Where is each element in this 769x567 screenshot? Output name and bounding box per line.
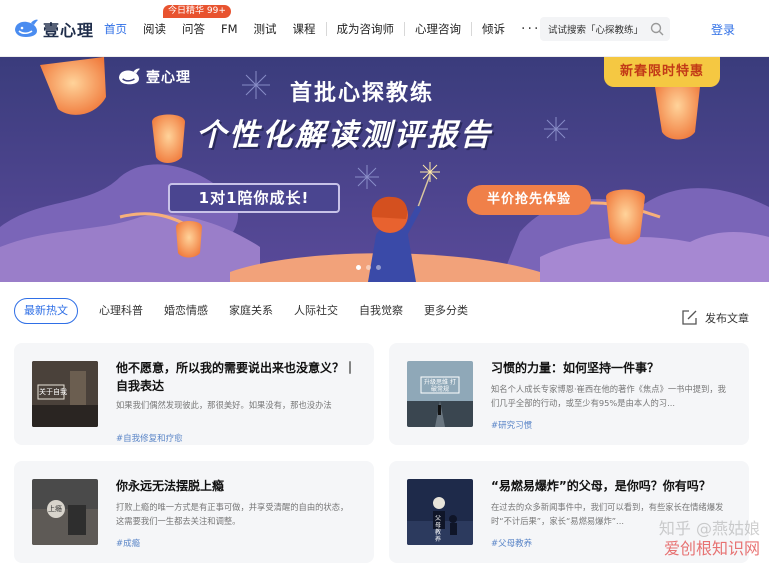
- promo-banner[interactable]: 壹心理 新春限时特惠 首批心探教练 个性化解读测评报告 1对1陪你成长! 半价抢…: [0, 57, 769, 282]
- banner-cta-button[interactable]: 半价抢先体验: [467, 185, 591, 215]
- article-tag[interactable]: #研究习惯: [491, 419, 532, 431]
- article-title[interactable]: 你永远无法摆脱上瘾: [116, 477, 356, 495]
- tab-relationships[interactable]: 婚恋情感: [164, 298, 208, 324]
- category-tabs: 最新热文 心理科普 婚恋情感 家庭关系 人际社交 自我觉察 更多分类: [14, 298, 489, 324]
- nav-divider: [471, 22, 473, 36]
- article-card[interactable]: 关于自我 他不愿意，所以我的需要说出来也没意义？｜自我表达 如果我们偶然发现彼此…: [14, 343, 374, 445]
- publish-article-button[interactable]: 发布文章: [681, 309, 749, 326]
- publish-article-label: 发布文章: [705, 311, 749, 325]
- login-link[interactable]: 登录: [711, 21, 735, 38]
- article-tag[interactable]: #父母教养: [491, 537, 532, 549]
- top-header: 壹心理 首页 阅读 问答 FM 测试 课程 成为咨询师 心理咨询 倾诉 ··· …: [0, 0, 769, 57]
- nav-courses[interactable]: 课程: [285, 18, 324, 40]
- article-tag[interactable]: #自我修复和疗愈: [116, 432, 183, 444]
- nav-counseling[interactable]: 心理咨询: [407, 18, 469, 40]
- tab-family[interactable]: 家庭关系: [229, 298, 273, 324]
- carousel-dots: [356, 265, 381, 270]
- carousel-dot[interactable]: [356, 265, 361, 270]
- article-thumbnail: 关于自我: [32, 361, 98, 427]
- banner-logo: 壹心理: [116, 67, 191, 87]
- tab-social[interactable]: 人际社交: [294, 298, 338, 324]
- banner-slogan: 1对1陪你成长!: [168, 183, 340, 213]
- nav-reading[interactable]: 阅读: [135, 18, 174, 40]
- article-title[interactable]: “易燃易爆炸”的父母，是你吗？你有吗？: [491, 477, 731, 495]
- article-summary: 知名个人成长专家博恩·崔西在他的著作《焦点》一书中提到，我们几乎全部的行动，或至…: [491, 384, 726, 408]
- nav-divider: [404, 22, 406, 36]
- article-title[interactable]: 习惯的力量：如何坚持一件事？: [491, 359, 731, 377]
- article-summary: 如果我们偶然发现彼此，那很美好。如果没有，那也没办法: [116, 400, 332, 410]
- carousel-dot[interactable]: [376, 265, 381, 270]
- whale-logo-icon: [119, 68, 140, 85]
- nav-divider: [325, 22, 327, 36]
- thumbnail-caption: 上瘾: [48, 505, 62, 513]
- carousel-dot[interactable]: [366, 265, 371, 270]
- banner-title-line2: 个性化解读测评报告: [196, 118, 493, 153]
- logo[interactable]: 壹心理: [13, 17, 94, 41]
- nav-qa[interactable]: 问答: [174, 18, 213, 40]
- article-thumbnail: 父母 教养: [407, 479, 473, 545]
- search-icon[interactable]: [650, 22, 664, 36]
- article-summary: 在过去的众多新闻事件中，我们可以看到，有些家长在情绪爆发时“不计后果”，家长“易…: [491, 502, 724, 526]
- daily-highlight-badge: 今日精华 99+: [163, 5, 231, 18]
- article-title[interactable]: 他不愿意，所以我的需要说出来也没意义？｜自我表达: [116, 359, 356, 395]
- article-thumbnail: 上瘾: [32, 479, 98, 545]
- promo-tag: 新春限时特惠: [604, 57, 720, 87]
- thumbnail-caption: 升级思维 打破常规: [424, 379, 456, 393]
- article-summary: 打败上瘾的唯一方式是有正事可做，并享受清醒的自由的状态，这需要我们一生都去关注和…: [116, 502, 349, 526]
- banner-title-line1: 首批心探教练: [290, 81, 435, 106]
- tab-psychology-science[interactable]: 心理科普: [99, 298, 143, 324]
- search-input[interactable]: [548, 23, 648, 35]
- nav-home[interactable]: 首页: [96, 18, 135, 40]
- thumbnail-caption: 父母 教养: [435, 515, 442, 543]
- whale-logo-icon: [15, 19, 38, 37]
- nav-confide[interactable]: 倾诉: [474, 18, 513, 40]
- nav-fm[interactable]: FM: [213, 18, 246, 40]
- main-nav: 首页 阅读 问答 FM 测试 课程 成为咨询师 心理咨询 倾诉 ···: [96, 18, 548, 40]
- nav-become-counselor[interactable]: 成为咨询师: [329, 18, 403, 40]
- logo-text: 壹心理: [43, 21, 95, 40]
- banner-brand-text: 壹心理: [146, 70, 191, 86]
- article-card[interactable]: 升级思维 打破常规 习惯的力量：如何坚持一件事？ 知名个人成长专家博恩·崔西在他…: [389, 343, 749, 445]
- tab-latest-hot[interactable]: 最新热文: [14, 298, 78, 324]
- thumbnail-image: [407, 361, 473, 427]
- search-box[interactable]: [540, 17, 670, 41]
- thumbnail-image: [32, 479, 98, 545]
- article-card[interactable]: 上瘾 你永远无法摆脱上瘾 打败上瘾的唯一方式是有正事可做，并享受清醒的自由的状态…: [14, 461, 374, 563]
- article-card[interactable]: 父母 教养 “易燃易爆炸”的父母，是你吗？你有吗？ 在过去的众多新闻事件中，我们…: [389, 461, 749, 563]
- article-tag[interactable]: #成瘾: [116, 537, 140, 549]
- thumbnail-caption: 关于自我: [39, 388, 67, 396]
- tab-more-categories[interactable]: 更多分类: [424, 298, 468, 324]
- tab-self-awareness[interactable]: 自我觉察: [359, 298, 403, 324]
- nav-tests[interactable]: 测试: [246, 18, 285, 40]
- edit-icon: [682, 310, 697, 325]
- article-thumbnail: 升级思维 打破常规: [407, 361, 473, 427]
